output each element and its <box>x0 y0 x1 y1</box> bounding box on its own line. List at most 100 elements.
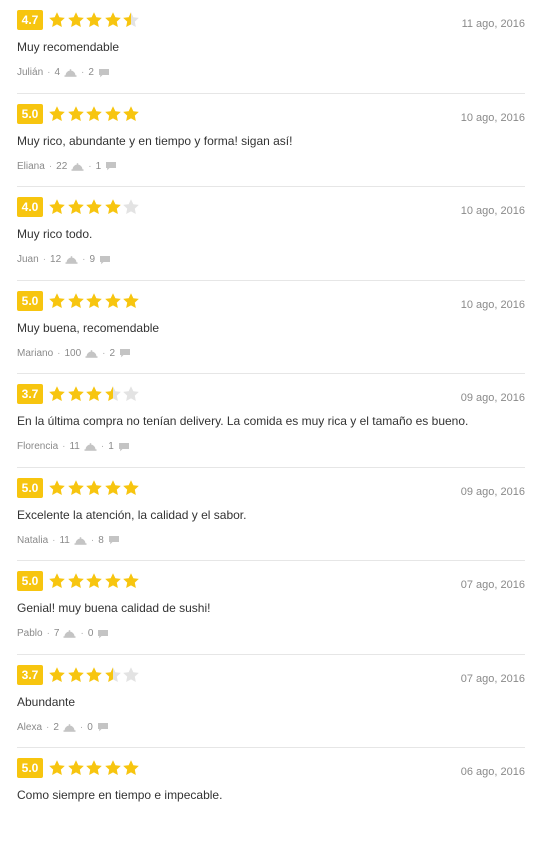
review-text: Muy rico todo. <box>17 227 93 241</box>
comment-count: 2 <box>109 347 116 359</box>
speech-bubble-icon <box>98 68 110 78</box>
separator-dot: · <box>62 441 66 452</box>
star-icon <box>67 666 84 682</box>
rating-row: 5.0 <box>17 758 141 778</box>
star-rating <box>48 479 141 497</box>
star-rating <box>48 198 141 216</box>
star-icon <box>67 105 84 121</box>
review-date: 10 ago, 2016 <box>460 205 525 217</box>
star-icon <box>123 105 139 121</box>
review-text: Muy recomendable <box>17 40 120 54</box>
comment-count: 2 <box>88 67 94 78</box>
order-count: 4 <box>54 67 61 78</box>
score-badge: 5.0 <box>17 571 43 591</box>
separator-dot: · <box>102 347 106 359</box>
star-icon <box>86 760 102 775</box>
review-meta: Natalia · 11 · 8 <box>17 535 120 546</box>
comment-count: 0 <box>87 721 93 733</box>
reviewer-name[interactable]: Natalia <box>17 535 48 546</box>
star-icon <box>123 292 139 308</box>
separator-dot: · <box>46 721 50 733</box>
star-icon <box>49 479 65 495</box>
separator-dot: · <box>81 67 85 78</box>
separator-dot: · <box>79 721 84 733</box>
review-date: 09 ago, 2016 <box>460 485 525 498</box>
review-item: 3.7 07 ago, 2016 Abundante Alexa · 2 · 0 <box>17 655 525 748</box>
rating-row: 5.0 <box>17 571 141 591</box>
review-item: 5.0 06 ago, 2016 Como siempre en tiempo e … <box>17 748 525 842</box>
review-item: 3.7 09 ago, 2016 En la última compra no te… <box>17 374 525 468</box>
star-icon <box>49 573 65 588</box>
review-meta: Eliana · 22 · 1 <box>17 161 117 172</box>
rating-row: 5.0 <box>17 103 141 124</box>
order-count: 11 <box>69 441 80 452</box>
star-icon <box>86 199 102 214</box>
rating-row: 5.0 <box>17 290 141 311</box>
star-icon <box>67 199 84 214</box>
star-icon <box>67 479 84 495</box>
speech-bubble-icon <box>105 161 117 171</box>
rating-row: 4.0 <box>17 197 141 217</box>
star-icon <box>104 760 121 775</box>
review-item: 5.0 09 ago, 2016 Excelente la atención, la… <box>17 468 525 561</box>
star-icon <box>67 760 84 775</box>
star-icon <box>86 12 102 27</box>
review-date: 07 ago, 2016 <box>460 672 525 685</box>
cloche-icon <box>85 349 98 358</box>
star-icon <box>86 292 102 308</box>
separator-dot: · <box>52 534 56 546</box>
star-icon <box>67 386 84 401</box>
comment-count: 0 <box>87 628 94 639</box>
review-item: 4.7 11 ago, 2016 Muy recomendable Julián · 4 ·… <box>17 0 525 94</box>
order-count: 7 <box>53 628 60 639</box>
order-count: 12 <box>50 254 62 265</box>
star-rating <box>48 105 141 123</box>
reviewer-name[interactable]: Mariano <box>17 348 53 359</box>
score-badge: 4.7 <box>17 10 43 30</box>
reviewer-name[interactable]: Eliana <box>17 161 45 172</box>
star-icon <box>123 199 139 214</box>
star-icon <box>67 573 84 588</box>
review-list: 4.7 11 ago, 2016 Muy recomendable Julián · 4 ·… <box>17 0 525 842</box>
order-count: 2 <box>53 721 59 733</box>
rating-row: 4.7 <box>17 10 141 30</box>
review-date: 07 ago, 2016 <box>460 579 525 591</box>
score-badge: 5.0 <box>17 103 43 124</box>
separator-dot: · <box>88 160 92 172</box>
reviewer-name[interactable]: Julián <box>17 67 43 78</box>
star-icon <box>49 386 65 401</box>
reviewer-name[interactable]: Juan <box>17 254 39 265</box>
comment-count: 8 <box>98 534 104 546</box>
cloche-icon <box>74 536 87 545</box>
rating-row: 3.7 <box>17 664 141 685</box>
star-icon <box>49 12 65 27</box>
review-date: 10 ago, 2016 <box>460 111 525 124</box>
rating-row: 3.7 <box>17 384 141 404</box>
reviewer-name[interactable]: Pablo <box>17 628 43 639</box>
review-text: Muy rico, abundante y en tiempo y forma!… <box>17 133 293 148</box>
order-count: 22 <box>56 160 68 172</box>
speech-bubble-icon <box>97 629 109 639</box>
star-rating <box>48 572 141 590</box>
review-text: Abundante <box>17 694 76 709</box>
star-rating <box>48 759 141 777</box>
score-badge: 5.0 <box>17 758 43 778</box>
cloche-icon <box>84 442 97 451</box>
star-icon <box>49 292 65 308</box>
cloche-icon <box>71 162 84 171</box>
review-meta: Juan · 12 · 9 <box>17 254 111 265</box>
separator-dot: · <box>80 628 84 639</box>
star-icon <box>123 386 139 401</box>
star-rating <box>48 292 141 310</box>
score-badge: 5.0 <box>17 477 43 498</box>
star-icon <box>123 573 139 588</box>
star-icon <box>123 12 139 27</box>
review-meta: Mariano · 100 · 2 <box>17 348 131 359</box>
review-date: 10 ago, 2016 <box>460 298 525 311</box>
reviewer-name[interactable]: Florencia <box>17 441 58 452</box>
reviewer-name[interactable]: Alexa <box>17 722 42 733</box>
review-item: 5.0 07 ago, 2016 Genial! muy buena calidad… <box>17 561 525 655</box>
star-icon <box>104 292 121 308</box>
review-text: Genial! muy buena calidad de sushi! <box>17 601 211 615</box>
star-icon <box>104 666 121 682</box>
